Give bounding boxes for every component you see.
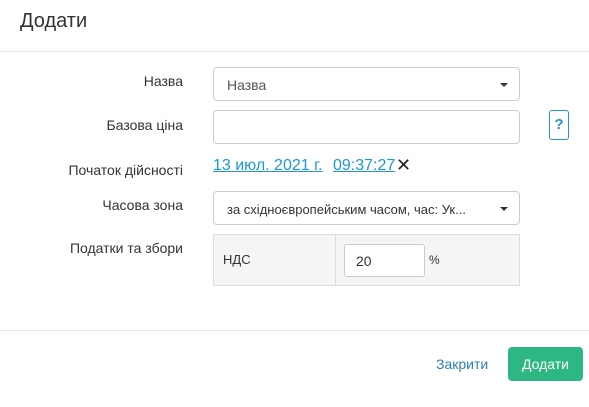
name-select[interactable]: Назва: [213, 67, 520, 101]
dialog-header: Додати: [0, 0, 589, 52]
tax-rate-input[interactable]: [344, 244, 425, 277]
base-price-label: Базова ціна: [106, 117, 183, 133]
valid-from-label: Початок дійсності: [68, 162, 183, 178]
valid-from-date-link[interactable]: 13 июл. 2021 г.: [213, 157, 322, 175]
timezone-label: Часова зона: [102, 197, 183, 213]
close-button[interactable]: Закрити: [436, 356, 488, 372]
dialog-footer: Закрити Додати: [0, 330, 589, 407]
tax-unit: %: [429, 253, 440, 267]
valid-from-time-link[interactable]: 09:37:27: [333, 157, 395, 175]
taxes-table: НДС %: [213, 234, 520, 286]
add-dialog: Додати Назва Назва Базова ціна ? Початок…: [0, 0, 589, 407]
close-icon[interactable]: ✕: [396, 155, 411, 175]
chevron-down-icon: [500, 207, 508, 211]
timezone-select[interactable]: за східноєвропейським часом, час: Ук...: [213, 191, 520, 225]
name-label: Назва: [143, 73, 183, 89]
add-button[interactable]: Додати: [508, 347, 583, 381]
base-price-input[interactable]: [213, 110, 520, 144]
table-row: НДС: [214, 235, 336, 285]
name-select-placeholder: Назва: [227, 77, 267, 93]
dialog-title: Додати: [20, 10, 88, 32]
timezone-selected-value: за східноєвропейським часом, час: Ук...: [227, 202, 466, 217]
tax-name-text: НДС: [223, 252, 251, 267]
question-icon[interactable]: ?: [549, 110, 569, 140]
chevron-down-icon: [500, 83, 508, 87]
taxes-label: Податки та збори: [69, 240, 183, 256]
